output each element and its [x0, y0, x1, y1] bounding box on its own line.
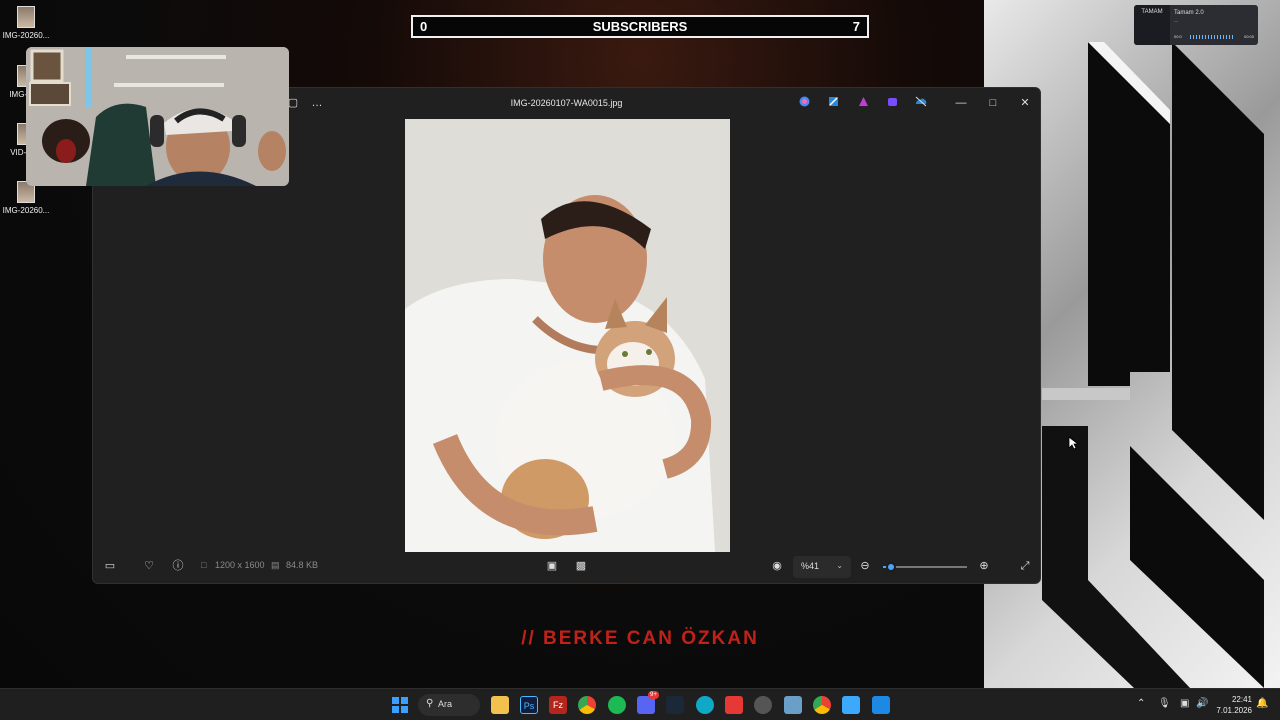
zoom-out-icon[interactable]: ⊖ [858, 559, 872, 573]
desktop-icon-label: IMG-20260... [2, 31, 50, 40]
microphone-icon[interactable]: 🎙 [1158, 698, 1171, 709]
clipchamp-icon[interactable] [884, 96, 900, 110]
chevron-up-icon[interactable]: ⌃ [1137, 698, 1145, 709]
maximize-button[interactable]: □ [985, 96, 1001, 110]
desktop-icon-label: IMG-20260... [2, 206, 50, 215]
notepad-icon[interactable] [842, 696, 860, 714]
subscriber-start-value: 0 [420, 19, 428, 34]
file-size: 84.8 KB [286, 560, 319, 570]
fit-to-window-icon[interactable]: ◉ [770, 559, 784, 573]
discord-icon[interactable]: 9+ [637, 691, 659, 714]
audio-waveform [1190, 35, 1234, 39]
photoshop-icon[interactable]: Ps [520, 696, 538, 714]
track-duration: 00:00 [1243, 34, 1254, 39]
clock-date: 7.01.2026 [1216, 706, 1252, 715]
zoom-level-dropdown[interactable]: %41 ⌄ [793, 556, 851, 578]
streamer-name: // BERKE CAN ÖZKAN [521, 628, 759, 649]
steam-icon[interactable] [666, 696, 684, 714]
song-title: Tamam 2.0 [1174, 10, 1204, 16]
desktop-icon-image[interactable]: IMG-20260... [0, 181, 52, 215]
subscriber-title: SUBSCRIBERS [592, 19, 688, 34]
app-icon-3[interactable] [784, 696, 802, 714]
network-icon[interactable]: ▣ [1180, 698, 1189, 709]
now-playing-widget: TAMAM Tamam 2.0 — 00:0 00:00 [1134, 5, 1258, 45]
displayed-photo[interactable] [405, 119, 730, 552]
notification-badge: 9+ [648, 691, 659, 699]
volume-icon[interactable]: 🔊 [1196, 698, 1208, 709]
notifications-icon[interactable]: 🔔 [1256, 698, 1268, 709]
visual-search-icon[interactable]: ▩ [574, 559, 588, 573]
search-icon: ⚲ [426, 698, 434, 709]
filezilla-icon[interactable]: Fz [549, 696, 567, 714]
dimensions-icon: □ [201, 560, 207, 570]
edge-icon[interactable] [696, 696, 714, 714]
taskbar-search[interactable]: ⚲ Ara [418, 694, 480, 716]
start-button[interactable] [391, 696, 409, 714]
close-button[interactable]: ✕ [1017, 96, 1033, 110]
designer-icon[interactable] [855, 96, 871, 110]
image-thumbnail-icon [17, 6, 35, 28]
spotify-icon[interactable] [608, 696, 626, 714]
system-clock[interactable]: 22:41 7.01.2026 [1216, 694, 1252, 716]
fullscreen-icon[interactable]: ⤢ [1018, 559, 1032, 573]
chrome-profile-icon[interactable] [813, 696, 831, 714]
zoom-slider[interactable] [883, 562, 967, 572]
elapsed-time: 00:0 [1174, 34, 1182, 39]
zoom-slider-handle[interactable] [886, 562, 897, 572]
webcam-overlay [26, 47, 289, 186]
chevron-down-icon: ⌄ [836, 561, 843, 570]
taskbar: ⚲ Ara Ps Fz 9+ ⌃ 🎙 ▣ 🔊 22:41 7.01.2026 🔔 [0, 688, 1280, 720]
subscriber-goal-value: 7 [852, 19, 860, 34]
file-size-icon: ▤ [271, 560, 280, 570]
mouse-cursor-icon [1068, 436, 1078, 450]
photos-app-icon[interactable] [872, 696, 890, 714]
subscriber-goal-bar: 0 SUBSCRIBERS 7 [411, 15, 869, 38]
zoom-in-icon[interactable]: ⊕ [977, 559, 991, 573]
filmstrip-icon[interactable]: ▭ [103, 559, 117, 573]
favorite-heart-icon[interactable]: ♡ [142, 559, 156, 573]
app-icon[interactable] [725, 696, 743, 714]
info-icon[interactable]: ⓘ [171, 559, 185, 573]
minimize-button[interactable]: — [953, 96, 969, 110]
viewer-bottom-bar: ▭ ♡ ⓘ □ 1200 x 1600 ▤ 84.8 KB ▣ ▩ ◉ %41 … [93, 551, 1040, 583]
artist-name: — [1174, 18, 1178, 23]
onedrive-off-icon[interactable] [913, 96, 929, 110]
zoom-level-value: %41 [801, 561, 820, 571]
clock-time: 22:41 [1231, 695, 1252, 704]
album-cover: TAMAM [1134, 5, 1170, 45]
crop-icon[interactable]: ▣ [545, 559, 559, 573]
file-explorer-icon[interactable] [491, 696, 509, 714]
app-icon-2[interactable] [754, 696, 772, 714]
edit-icon[interactable] [825, 96, 841, 110]
search-label: Ara [438, 699, 453, 709]
copilot-icon[interactable] [796, 96, 812, 110]
desktop-icon-image[interactable]: IMG-20260... [0, 6, 52, 40]
image-dimensions: 1200 x 1600 [215, 560, 265, 570]
chrome-icon[interactable] [578, 696, 596, 714]
